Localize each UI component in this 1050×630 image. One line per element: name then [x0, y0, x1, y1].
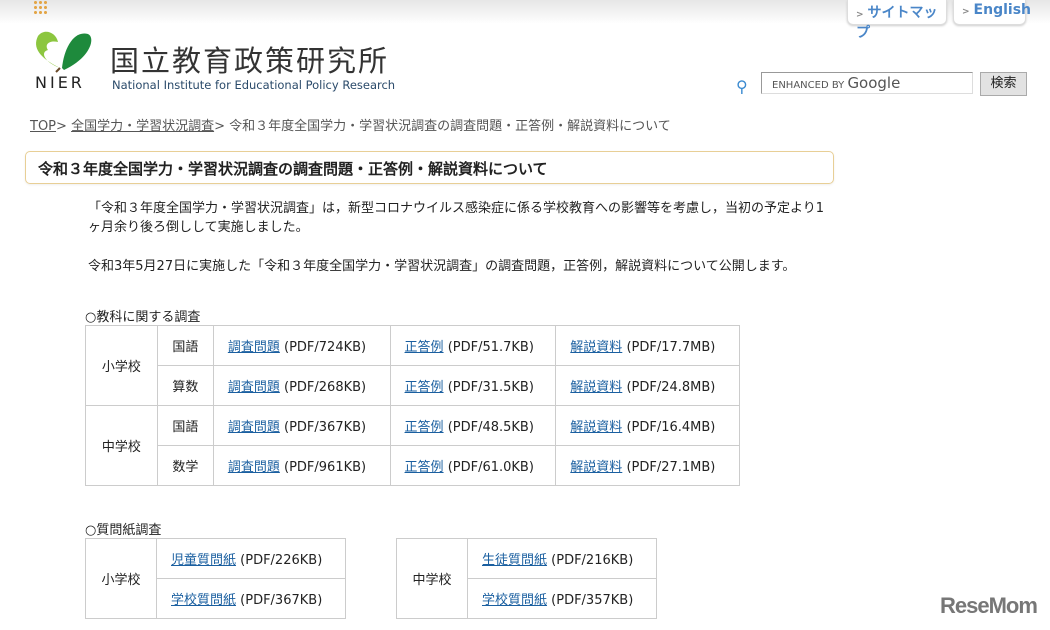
sitemap-label: サイトマップ [856, 5, 938, 41]
answer-example-link[interactable]: 正答例 [405, 420, 444, 435]
chevron-right-icon: > [856, 10, 864, 20]
questionnaire-table-junior: 中学校 生徒質問紙 (PDF/216KB) 学校質問紙 (PDF/357KB) [396, 538, 657, 619]
commentary-link[interactable]: 解説資料 [570, 340, 622, 355]
file-cell: 解説資料 (PDF/17.7MB) [555, 325, 740, 366]
table-row: 中学校 国語 調査問題 (PDF/367KB) 正答例 (PDF/48.5KB) 解説資… [85, 405, 740, 486]
file-cell: 正答例 (PDF/48.5KB) [389, 405, 557, 446]
page-title: 令和３年度全国学力・学習状況調査の調査問題・正答例・解説資料について [25, 151, 834, 184]
file-cell: 調査問題 (PDF/961KB) [212, 445, 391, 486]
school-cell: 小学校 [85, 538, 157, 619]
answer-example-link[interactable]: 正答例 [405, 380, 444, 395]
subject-cell: 国語 [156, 325, 214, 366]
questionnaire-heading: ○質問紙調査 [85, 523, 162, 538]
answer-example-link[interactable]: 正答例 [405, 460, 444, 475]
file-cell: 正答例 (PDF/61.0KB) [389, 445, 557, 486]
file-size: (PDF/16.4MB) [626, 420, 716, 435]
breadcrumb-sep: > [56, 119, 67, 134]
file-size: (PDF/24.8MB) [626, 380, 716, 395]
subjects-table: 小学校 国語 調査問題 (PDF/724KB) 正答例 (PDF/51.7KB) 解説資… [85, 325, 740, 486]
questionnaire-link[interactable]: 児童質問紙 [171, 553, 236, 568]
school-cell: 小学校 [85, 325, 158, 406]
question-paper-link[interactable]: 調査問題 [228, 340, 280, 355]
question-paper-link[interactable]: 調査問題 [228, 420, 280, 435]
file-cell: 生徒質問紙 (PDF/216KB) [467, 538, 657, 579]
commentary-link[interactable]: 解説資料 [570, 460, 622, 475]
subject-cell: 数学 [156, 445, 214, 486]
subject-cell: 算数 [156, 365, 214, 406]
english-button[interactable]: > English [953, 0, 1031, 25]
answer-example-link[interactable]: 正答例 [405, 340, 444, 355]
file-size: (PDF/51.7KB) [447, 340, 534, 355]
resemom-watermark: ReseMom [940, 593, 1038, 618]
org-name-jp[interactable]: 国立教育政策研究所 [110, 38, 389, 80]
intro-paragraph-1: 「令和３年度全国学力・学習状況調査」は，新型コロナウイルス感染症に係る学校教育へ… [88, 201, 825, 235]
file-size: (PDF/27.1MB) [626, 460, 716, 475]
menu-dots-icon [33, 0, 47, 14]
file-cell: 正答例 (PDF/31.5KB) [389, 365, 557, 406]
questionnaire-link[interactable]: 学校質問紙 [171, 593, 236, 608]
sitemap-button[interactable]: > サイトマップ [847, 0, 947, 41]
question-paper-link[interactable]: 調査問題 [228, 460, 280, 475]
questionnaire-link[interactable]: 生徒質問紙 [482, 553, 547, 568]
file-cell: 児童質問紙 (PDF/226KB) [156, 538, 346, 579]
table-row: 中学校 生徒質問紙 (PDF/216KB) [396, 538, 657, 619]
questionnaire-link[interactable]: 学校質問紙 [482, 593, 547, 608]
file-cell: 調査問題 (PDF/724KB) [212, 325, 391, 366]
file-size: (PDF/357KB) [551, 593, 634, 608]
file-size: (PDF/724KB) [284, 340, 367, 355]
breadcrumb-sep: > [214, 119, 225, 134]
file-size: (PDF/367KB) [284, 420, 367, 435]
file-cell: 解説資料 (PDF/16.4MB) [555, 405, 740, 446]
english-label: English [973, 2, 1031, 18]
search-input[interactable]: ENHANCED BY Google [761, 72, 973, 94]
subjects-heading: ○教科に関する調査 [85, 310, 201, 325]
search-placeholder-prefix: ENHANCED BY [772, 80, 845, 91]
file-size: (PDF/367KB) [240, 593, 323, 608]
questionnaire-table-elementary: 小学校 児童質問紙 (PDF/226KB) 学校質問紙 (PDF/367KB) [85, 538, 346, 619]
file-cell: 学校質問紙 (PDF/367KB) [156, 578, 346, 619]
search-placeholder-brand: Google [847, 74, 901, 92]
file-size: (PDF/17.7MB) [626, 340, 716, 355]
file-size: (PDF/226KB) [240, 553, 323, 568]
file-size: (PDF/268KB) [284, 380, 367, 395]
breadcrumb-top-link[interactable]: TOP [30, 119, 56, 134]
school-cell: 中学校 [85, 405, 158, 486]
subject-cell: 国語 [156, 405, 214, 446]
file-cell: 解説資料 (PDF/24.8MB) [555, 365, 740, 406]
logo-abbr: NIER [35, 73, 85, 92]
table-row: 小学校 児童質問紙 (PDF/226KB) [85, 538, 346, 619]
commentary-link[interactable]: 解説資料 [570, 380, 622, 395]
breadcrumb-current: 令和３年度全国学力・学習状況調査の調査問題・正答例・解説資料について [229, 119, 671, 134]
table-row: 算数 調査問題 (PDF/268KB) 正答例 (PDF/31.5KB) 解説資料 (… [86, 365, 740, 406]
file-size: (PDF/216KB) [551, 553, 634, 568]
file-size: (PDF/961KB) [284, 460, 367, 475]
file-size: (PDF/61.0KB) [447, 460, 534, 475]
chevron-right-icon: > [962, 7, 970, 17]
commentary-link[interactable]: 解説資料 [570, 420, 622, 435]
file-cell: 調査問題 (PDF/268KB) [212, 365, 391, 406]
file-cell: 解説資料 (PDF/27.1MB) [555, 445, 740, 486]
search-button[interactable]: 検索 [980, 72, 1027, 96]
question-paper-link[interactable]: 調査問題 [228, 380, 280, 395]
school-cell: 中学校 [396, 538, 468, 619]
file-cell: 正答例 (PDF/51.7KB) [389, 325, 557, 366]
breadcrumb: TOP> 全国学力・学習状況調査> 令和３年度全国学力・学習状況調査の調査問題・… [30, 115, 671, 134]
intro-paragraph-2: 令和3年5月27日に実施した「令和３年度全国学力・学習状況調査」の調査問題，正答… [88, 259, 796, 274]
table-row: 数学 調査問題 (PDF/961KB) 正答例 (PDF/61.0KB) 解説資料 (… [86, 445, 740, 486]
file-size: (PDF/48.5KB) [447, 420, 534, 435]
nier-butterfly-logo[interactable] [30, 28, 94, 74]
file-cell: 学校質問紙 (PDF/357KB) [467, 578, 657, 619]
org-name-en: National Institute for Educational Polic… [112, 78, 396, 92]
search-icon: ⚲ [736, 77, 748, 96]
breadcrumb-parent-link[interactable]: 全国学力・学習状況調査 [71, 119, 214, 134]
table-row: 小学校 国語 調査問題 (PDF/724KB) 正答例 (PDF/51.7KB) 解説資… [85, 325, 740, 406]
file-cell: 調査問題 (PDF/367KB) [212, 405, 391, 446]
file-size: (PDF/31.5KB) [447, 380, 534, 395]
